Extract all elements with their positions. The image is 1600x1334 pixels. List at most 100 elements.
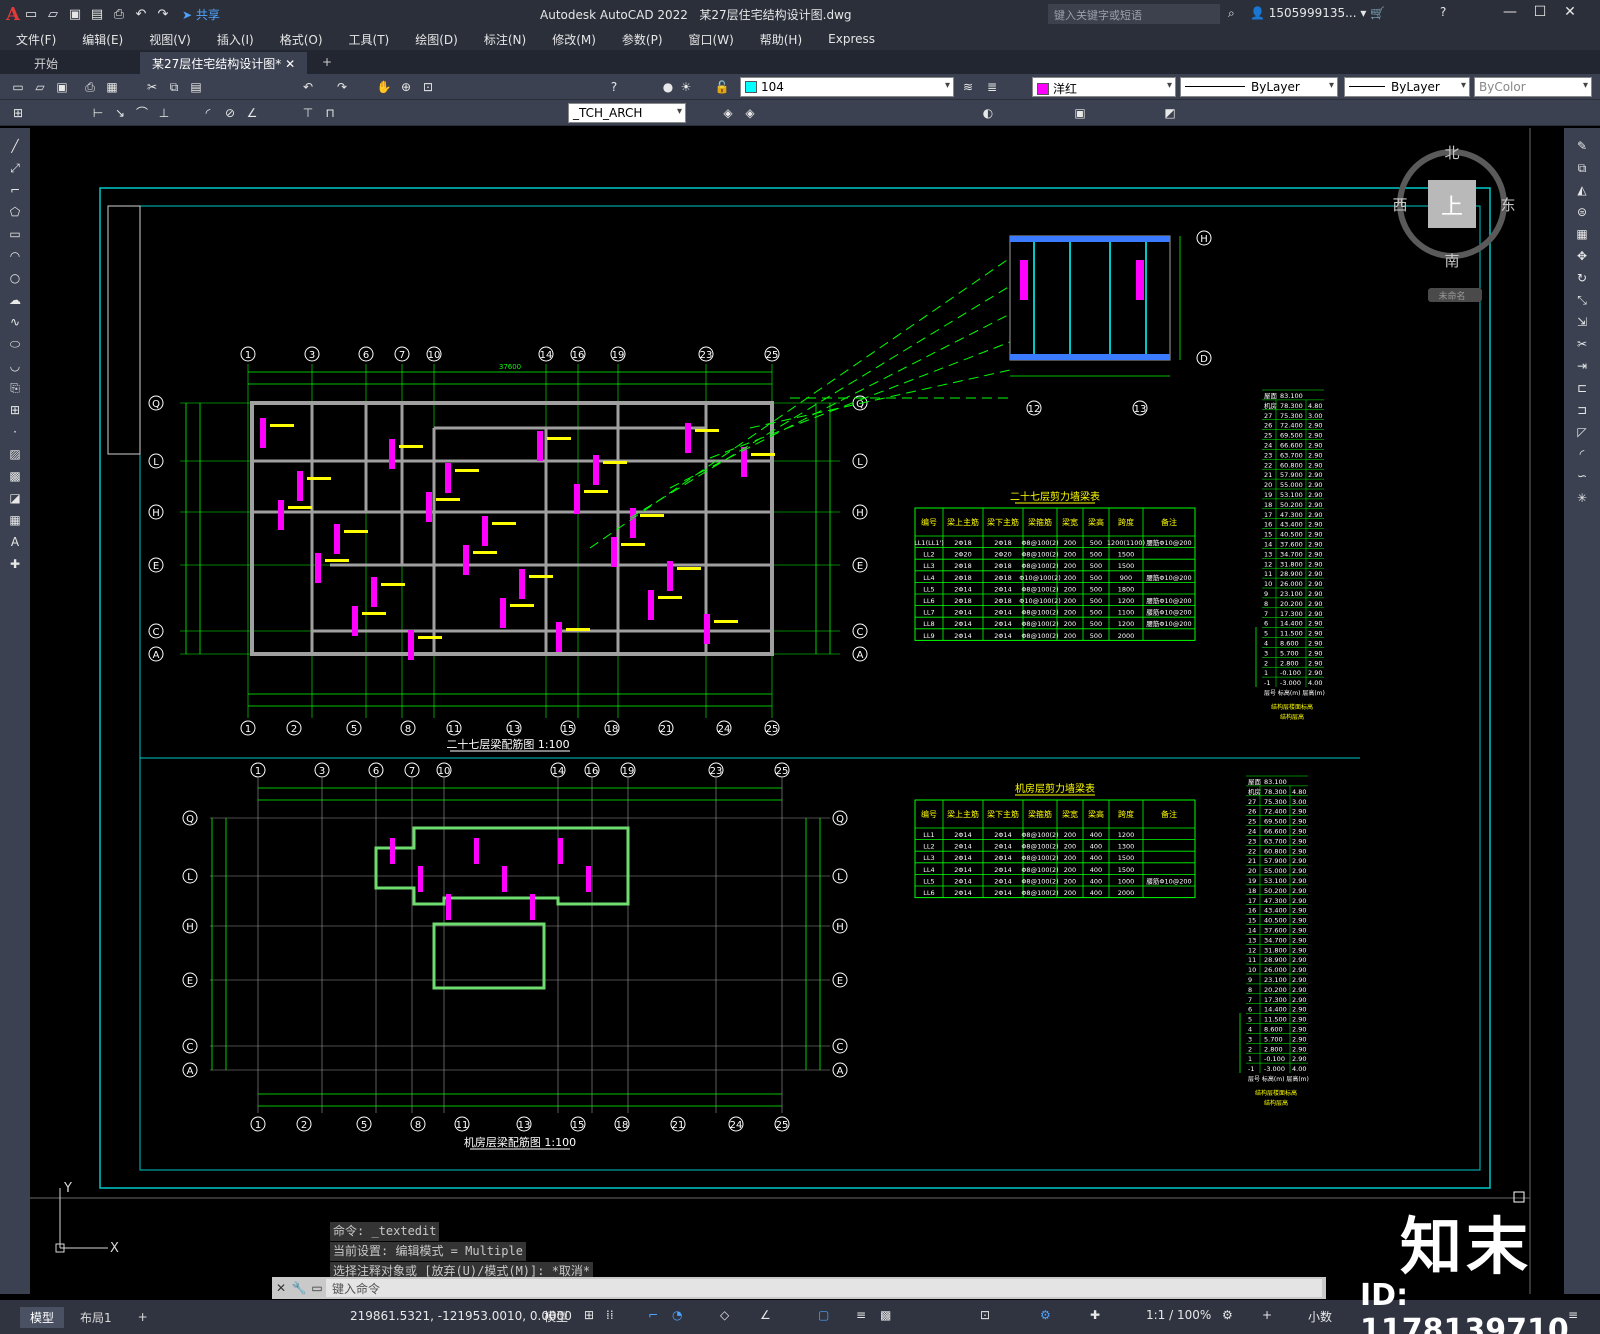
make-block-icon[interactable]: ⊞ (7, 402, 23, 418)
object-snap-tracking-icon[interactable]: ∠ (760, 1308, 771, 1322)
linetype-dropdown[interactable]: ByLayer ▾ (1180, 77, 1338, 97)
aligned-dimension-icon[interactable]: ↘ (112, 105, 128, 121)
ordinate-icon[interactable]: ⊥ (156, 105, 172, 121)
redo-icon[interactable]: ↷ (334, 79, 350, 95)
layer-dropdown[interactable]: 104 ▾ (740, 77, 954, 97)
close-button[interactable]: ✕ (1560, 4, 1580, 24)
menu-dimension[interactable]: 标注(N) (484, 31, 526, 48)
menu-view[interactable]: 视图(V) (149, 31, 191, 48)
customize-command-icon[interactable]: 🔧 (290, 1281, 308, 1295)
revcloud-icon[interactable]: ☁ (7, 292, 23, 308)
circle-icon[interactable]: ○ (7, 270, 23, 286)
plotstyle-dropdown[interactable]: ByColor ▾ (1474, 77, 1592, 97)
preview-icon[interactable]: ▦ (104, 79, 120, 95)
diameter-icon[interactable]: ⊘ (222, 105, 238, 121)
annotation-monitor-icon[interactable]: ✚ (1090, 1308, 1100, 1322)
autocad-logo-icon[interactable]: A (6, 4, 20, 25)
match-properties-icon[interactable]: ⊞ (10, 105, 26, 121)
ortho-icon[interactable]: ⌐ (648, 1308, 658, 1322)
viewcube[interactable]: 上 北 南 东 西 未命名 (1392, 144, 1516, 302)
ellipse-arc-icon[interactable]: ◡ (7, 358, 23, 374)
layer-lock-icon[interactable]: 🔓 (714, 79, 730, 95)
open-file-icon[interactable]: ▱ (44, 5, 62, 23)
menu-express[interactable]: Express (828, 32, 875, 46)
mirror-icon[interactable]: ◭ (1574, 182, 1590, 198)
open-icon[interactable]: ▱ (32, 79, 48, 95)
scale-icon[interactable]: ⤡ (1574, 292, 1590, 308)
array-icon[interactable]: ▦ (1574, 226, 1590, 242)
question-icon[interactable]: ? (1440, 5, 1446, 19)
text-style-dropdown[interactable]: _TCH_ARCH ▾ (568, 103, 686, 123)
plot-icon[interactable]: ⎙ (110, 5, 128, 23)
view-icon[interactable]: ▣ (1072, 105, 1088, 121)
extend-icon[interactable]: ⇥ (1574, 358, 1590, 374)
transparency-icon[interactable]: ▩ (880, 1308, 891, 1322)
menu-edit[interactable]: 编辑(E) (82, 31, 123, 48)
zoom-window-icon[interactable]: ⊡ (420, 79, 436, 95)
cart-icon[interactable]: 🛒 (1370, 6, 1385, 20)
menu-help[interactable]: 帮助(H) (760, 31, 802, 48)
blend-icon[interactable]: ∽ (1574, 468, 1590, 484)
join-icon[interactable]: ⊐ (1574, 402, 1590, 418)
copy-object-icon[interactable]: ⧉ (1574, 160, 1590, 176)
arc-length-icon[interactable]: ⌒ (134, 105, 150, 121)
gradient-icon[interactable]: ▩ (7, 468, 23, 484)
minimize-button[interactable]: — (1500, 4, 1520, 24)
color-dropdown[interactable]: 洋红 ▾ (1032, 77, 1176, 97)
move-icon[interactable]: ✥ (1574, 248, 1590, 264)
menu-tools[interactable]: 工具(T) (349, 31, 390, 48)
new-tab-button[interactable]: + (310, 52, 344, 74)
fillet-icon[interactable]: ◜ (1574, 446, 1590, 462)
menu-window[interactable]: 窗口(W) (689, 31, 734, 48)
mtext-icon[interactable]: A (7, 534, 23, 550)
lineweight-dropdown[interactable]: ByLayer ▾ (1344, 77, 1470, 97)
lineweight-icon[interactable]: ≡ (856, 1308, 866, 1322)
region-icon[interactable]: ◪ (7, 490, 23, 506)
plus-icon[interactable]: + (1262, 1308, 1272, 1322)
menu-modify[interactable]: 修改(M) (552, 31, 596, 48)
new-file-icon[interactable]: ▭ (22, 5, 40, 23)
add-layout-button[interactable]: + (128, 1308, 158, 1326)
polygon-icon[interactable]: ⬠ (7, 204, 23, 220)
tab-drawing[interactable]: 某27层住宅结构设计图* ✕ (140, 52, 308, 74)
layout-icon[interactable]: ◩ (1162, 105, 1178, 121)
menu-format[interactable]: 格式(O) (280, 31, 323, 48)
layer-previous-icon[interactable]: ≣ (984, 79, 1000, 95)
polar-icon[interactable]: ◔ (672, 1308, 682, 1322)
pan-icon[interactable]: ✋ (376, 79, 392, 95)
tab-start[interactable]: 开始 (22, 52, 70, 74)
chamfer-icon[interactable]: ◸ (1574, 424, 1590, 440)
stretch-icon[interactable]: ⇲ (1574, 314, 1590, 330)
close-command-icon[interactable]: ✕ (272, 1281, 290, 1295)
break-icon[interactable]: ⊏ (1574, 380, 1590, 396)
save-as-icon[interactable]: ▤ (88, 5, 106, 23)
snap-icon[interactable]: ⁞⁞ (606, 1308, 614, 1322)
spline-icon[interactable]: ∿ (7, 314, 23, 330)
menu-insert[interactable]: 插入(I) (217, 31, 254, 48)
angular-icon[interactable]: ∠ (244, 105, 260, 121)
annotation-icon[interactable]: ⊡ (980, 1308, 990, 1322)
save-icon[interactable]: ▣ (66, 5, 84, 23)
trim-icon[interactable]: ✂ (1574, 336, 1590, 352)
hatch-icon[interactable]: ▨ (7, 446, 23, 462)
menu-parametric[interactable]: 参数(P) (622, 31, 663, 48)
search-icon[interactable]: ⌕ (1228, 6, 1235, 21)
table-icon[interactable]: ▦ (7, 512, 23, 528)
isodraft-icon[interactable]: ◇ (720, 1308, 729, 1322)
new-icon[interactable]: ▭ (10, 79, 26, 95)
cube-copy-icon[interactable]: ◈ (742, 105, 758, 121)
object-snap-icon[interactable]: ▢ (818, 1308, 829, 1322)
redo-icon[interactable]: ↷ (154, 5, 172, 23)
search-input[interactable]: 键入关键字或短语 (1048, 4, 1220, 24)
linear-dimension-icon[interactable]: ⊢ (90, 105, 106, 121)
explode-icon[interactable]: ✳ (1574, 490, 1590, 506)
undo-icon[interactable]: ↶ (132, 5, 150, 23)
arc-icon[interactable]: ◠ (7, 248, 23, 264)
plot-icon[interactable]: ⎙ (82, 79, 98, 95)
tab-layout1[interactable]: 布局1 (70, 1307, 122, 1328)
line-icon[interactable]: ╱ (7, 138, 23, 154)
menu-draw[interactable]: 绘图(D) (415, 31, 458, 48)
tab-model[interactable]: 模型 (20, 1306, 65, 1328)
grid-icon[interactable]: ⊞ (584, 1308, 594, 1322)
erase-icon[interactable]: ✎ (1574, 138, 1590, 154)
